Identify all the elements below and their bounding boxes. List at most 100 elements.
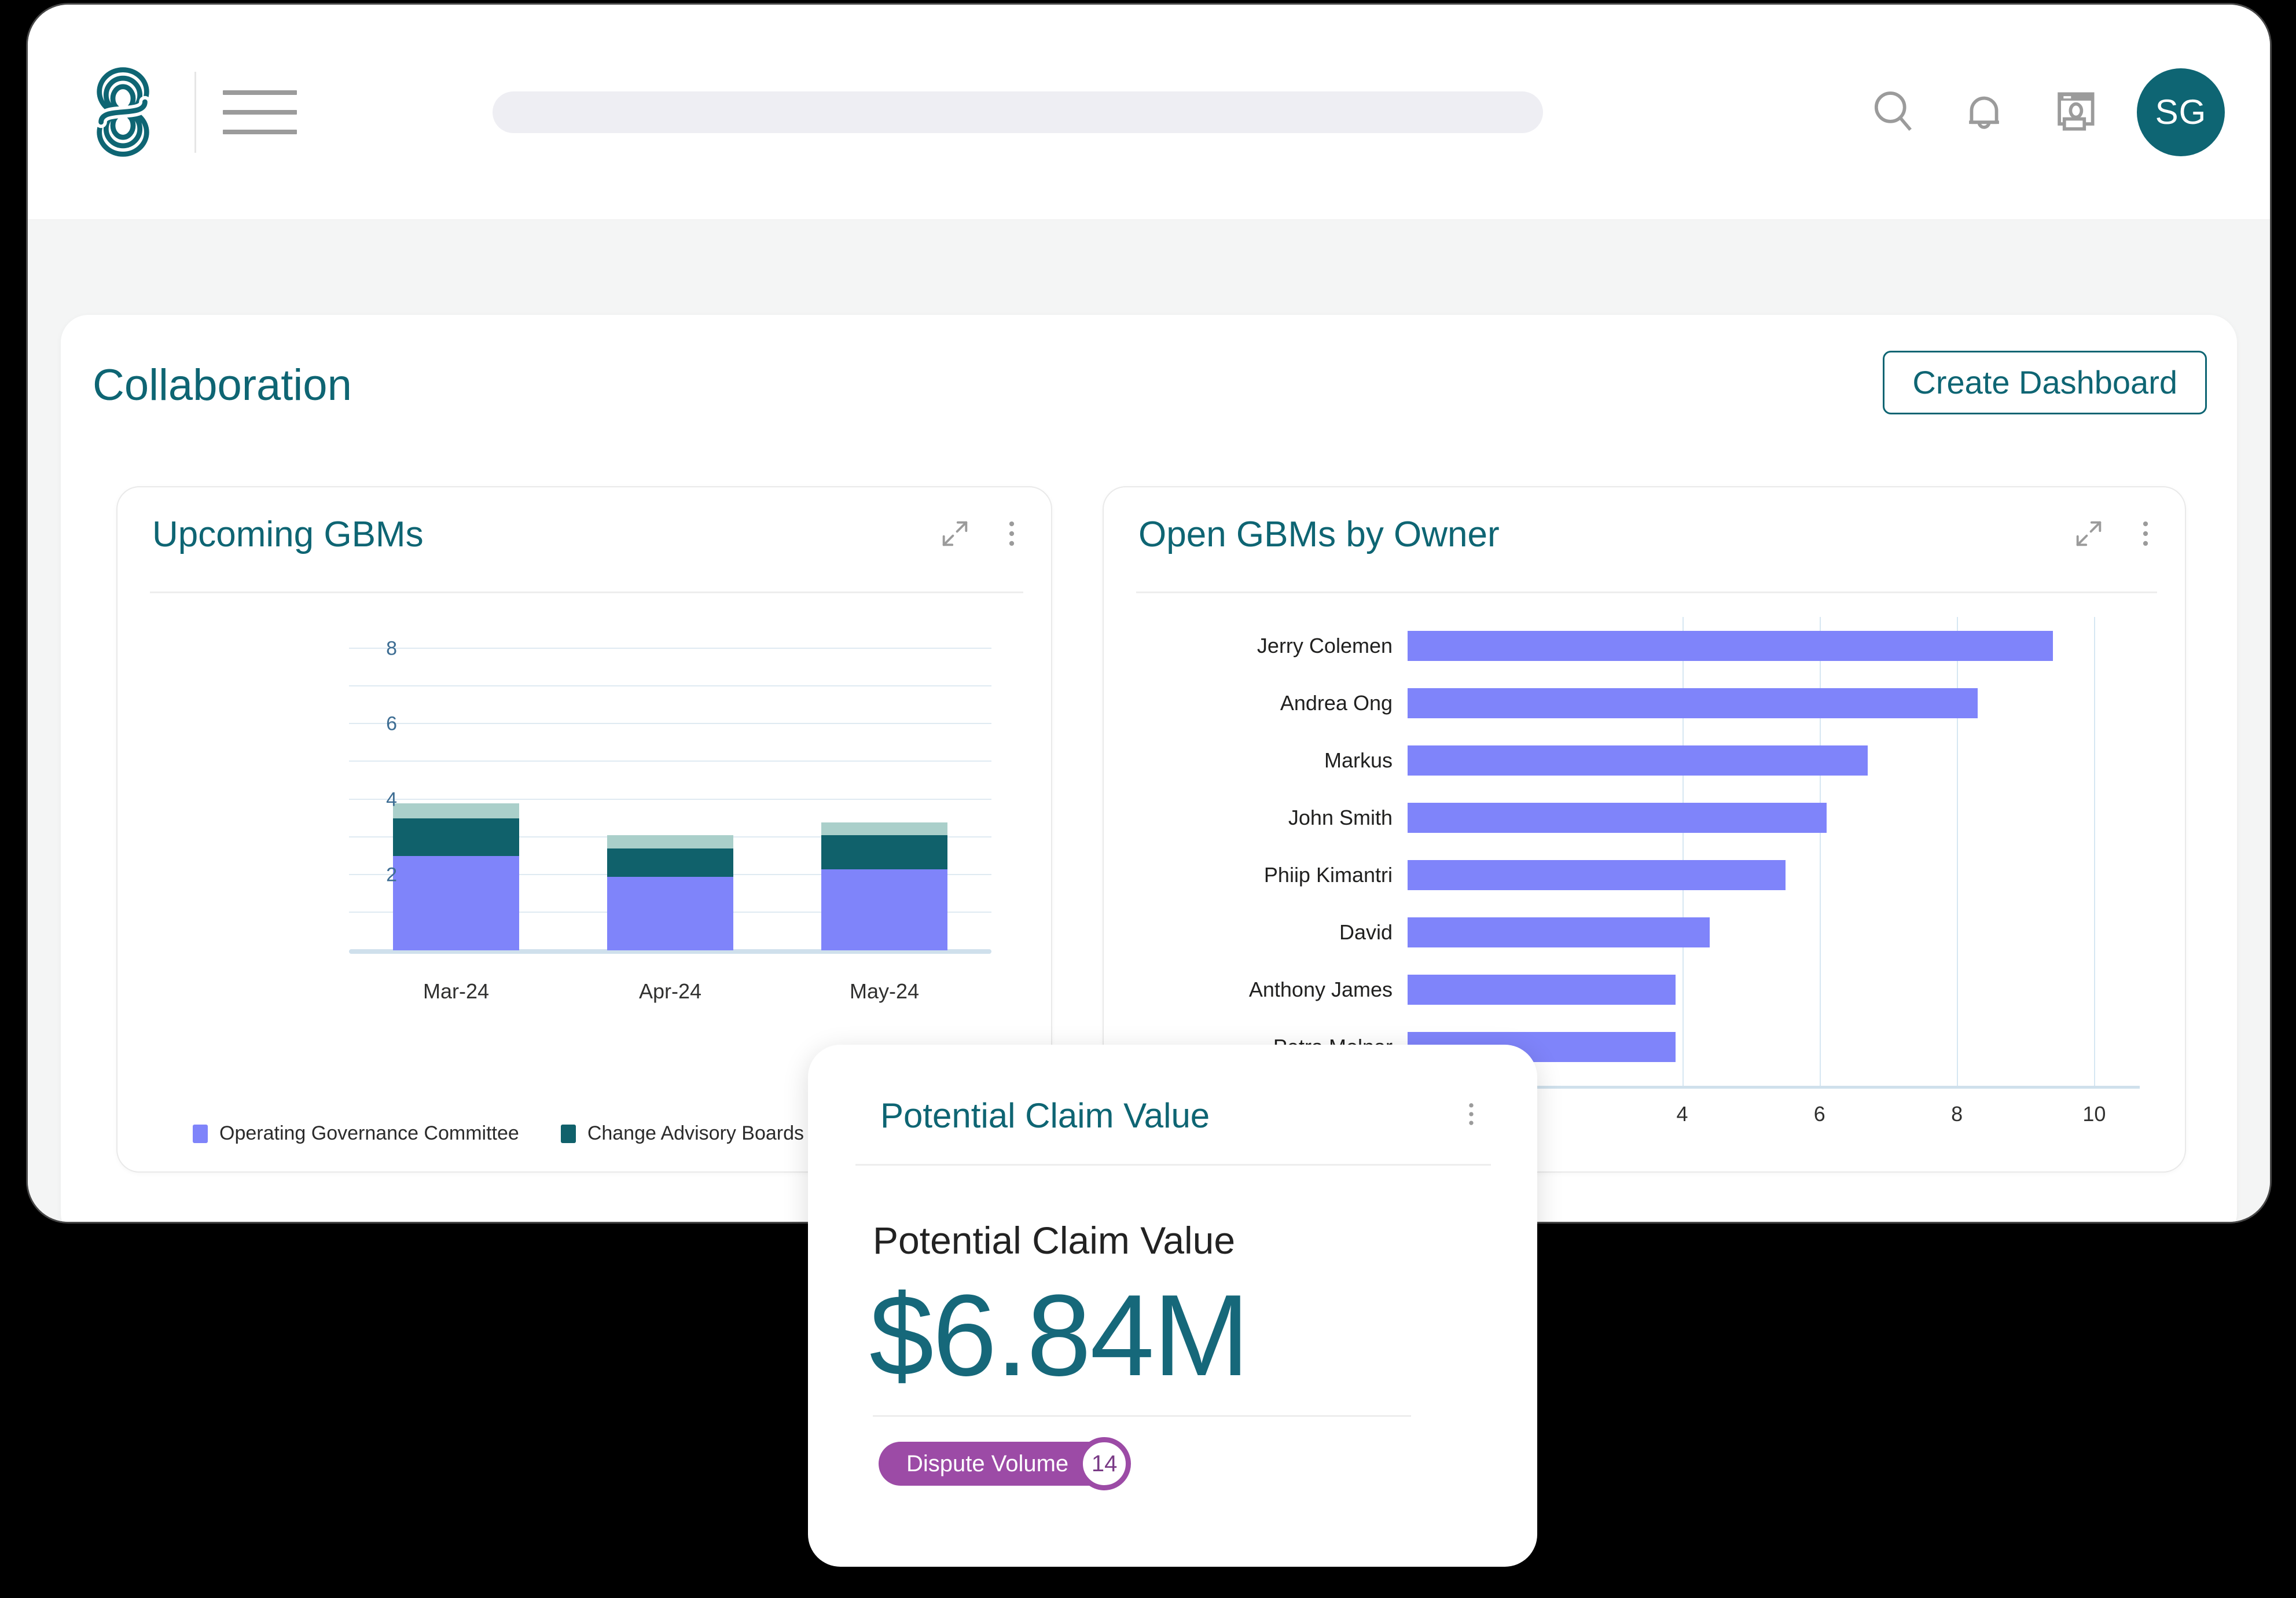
bar-row[interactable]: Andrea Ong xyxy=(1127,674,2163,732)
x-tick-label: May-24 xyxy=(849,979,920,1003)
page-title: Collaboration xyxy=(93,361,352,410)
bar xyxy=(1408,688,1978,718)
hamburger-line xyxy=(223,109,297,115)
hamburger-line xyxy=(223,129,297,134)
create-dashboard-button[interactable]: Create Dashboard xyxy=(1883,351,2207,414)
x-tick-label: 10 xyxy=(2082,1102,2106,1126)
bar xyxy=(1408,745,1868,776)
bar xyxy=(1408,859,1786,890)
bar-track xyxy=(1408,617,2163,674)
chart-upcoming-gbms: 2 4 6 8 Mar-24 Apr-24 May-24 xyxy=(117,609,1051,1060)
bar-segment xyxy=(393,818,519,857)
bar-category-label: Markus xyxy=(1324,748,1393,772)
bar-column[interactable] xyxy=(563,626,777,950)
potential-claim-value-card: Potential Claim Value Potential Claim Va… xyxy=(808,1045,1537,1567)
x-tick-label: 4 xyxy=(1676,1102,1688,1126)
bar-segment xyxy=(393,856,519,950)
app-header: SG xyxy=(28,5,2270,220)
kpi-metric-label: Potential Claim Value xyxy=(873,1219,1236,1262)
bar-category-label: Andrea Ong xyxy=(1280,690,1393,715)
bar-category-label: Jerry Colemen xyxy=(1257,633,1393,657)
bar-stack xyxy=(607,835,733,950)
bar-category-label: John Smith xyxy=(1288,805,1393,829)
bar-row[interactable]: David xyxy=(1127,903,2163,961)
vertical-chart-plot xyxy=(349,626,991,954)
browser-window: SG Collaboration Create Dashboard Upcomi… xyxy=(28,5,2270,1222)
bar-row[interactable]: John Smith xyxy=(1127,789,2163,846)
hamburger-menu-icon[interactable] xyxy=(208,78,312,147)
chart-bars: Jerry Colemen Andrea Ong Markus John Smith P… xyxy=(1127,617,2163,1075)
more-vertical-icon[interactable] xyxy=(1455,1098,1487,1130)
brand-logo-icon[interactable] xyxy=(65,60,181,164)
header-divider xyxy=(194,71,196,153)
presentation-user-icon[interactable] xyxy=(2047,85,2102,140)
legend-item[interactable]: Change Advisory Boards xyxy=(560,1122,804,1145)
kpi-card-title: Potential Claim Value xyxy=(880,1096,1210,1135)
chart-legend: Operating Governance Committee Change Adv… xyxy=(193,1122,804,1145)
legend-swatch xyxy=(193,1124,208,1143)
bar-segment xyxy=(607,877,733,950)
legend-swatch xyxy=(560,1124,576,1143)
kpi-divider-secondary xyxy=(873,1415,1411,1417)
x-tick-label: Apr-24 xyxy=(638,979,702,1003)
bar xyxy=(1408,802,1827,833)
collaboration-header: Collaboration Create Dashboard xyxy=(61,315,2237,454)
bar-category-label: David xyxy=(1339,920,1393,944)
hamburger-line xyxy=(223,90,297,95)
global-search-input[interactable] xyxy=(493,91,1543,133)
legend-label: Change Advisory Boards xyxy=(587,1122,804,1144)
dispute-volume-label: Dispute Volume xyxy=(906,1450,1069,1476)
x-tick-label: 8 xyxy=(1951,1102,1963,1126)
dispute-volume-badge[interactable]: Dispute Volume 14 xyxy=(879,1437,1132,1490)
bar-track xyxy=(1408,674,2163,732)
widget-actions xyxy=(2070,515,2164,552)
bar-category-label: Anthony James xyxy=(1248,977,1393,1001)
bar-segment xyxy=(821,869,947,950)
dispute-volume-count: 14 xyxy=(1078,1437,1132,1490)
bar-column[interactable] xyxy=(777,626,991,950)
bar-column[interactable] xyxy=(349,626,563,950)
bar-row[interactable]: Markus xyxy=(1127,732,2163,789)
widget-divider xyxy=(1136,592,2157,593)
kpi-metric-value: $6.84M xyxy=(869,1271,1250,1400)
bar-row[interactable]: Jerry Colemen xyxy=(1127,617,2163,674)
bar-track xyxy=(1408,961,2163,1018)
user-avatar[interactable]: SG xyxy=(2137,68,2225,156)
bar-stack xyxy=(393,803,519,950)
more-vertical-icon[interactable] xyxy=(993,515,1030,552)
legend-item[interactable]: Operating Governance Committee xyxy=(193,1122,519,1145)
bar xyxy=(1408,630,2053,661)
bar-segment xyxy=(607,848,733,877)
bar-segment xyxy=(393,803,519,819)
more-vertical-icon[interactable] xyxy=(2127,515,2164,552)
search-icon[interactable] xyxy=(1866,85,1922,140)
expand-diagonal-icon[interactable] xyxy=(2070,515,2107,552)
kpi-divider xyxy=(855,1164,1491,1166)
bar-track xyxy=(1408,903,2163,961)
bar-track xyxy=(1408,846,2163,903)
legend-label: Operating Governance Committee xyxy=(219,1122,519,1144)
widget-title: Upcoming GBMs xyxy=(152,515,424,554)
widget-divider xyxy=(150,592,1023,593)
y-tick-label: 2 xyxy=(386,864,397,886)
widget-actions xyxy=(936,515,1030,552)
bar-track xyxy=(1408,732,2163,789)
expand-diagonal-icon[interactable] xyxy=(936,515,973,552)
x-tick-label: Mar-24 xyxy=(423,979,490,1003)
header-actions: SG xyxy=(1866,68,2225,156)
bar xyxy=(1408,974,1676,1005)
bar-track xyxy=(1408,789,2163,846)
bar xyxy=(1408,917,1710,947)
bar-row[interactable]: Anthony James xyxy=(1127,961,2163,1018)
bar-segment xyxy=(821,835,947,869)
bar-category-label: Phiip Kimantri xyxy=(1263,862,1393,887)
bar-stack xyxy=(821,822,947,950)
bar-segment xyxy=(821,822,947,836)
notifications-bell-icon[interactable] xyxy=(1956,85,2012,140)
bar-row[interactable]: Phiip Kimantri xyxy=(1127,846,2163,903)
bar-segment xyxy=(607,835,733,849)
y-tick-label: 4 xyxy=(386,788,397,811)
y-tick-label: 6 xyxy=(386,712,397,735)
y-tick-label: 8 xyxy=(386,637,397,660)
chart-x-tick-labels: Mar-24 Apr-24 May-24 xyxy=(349,979,991,1004)
